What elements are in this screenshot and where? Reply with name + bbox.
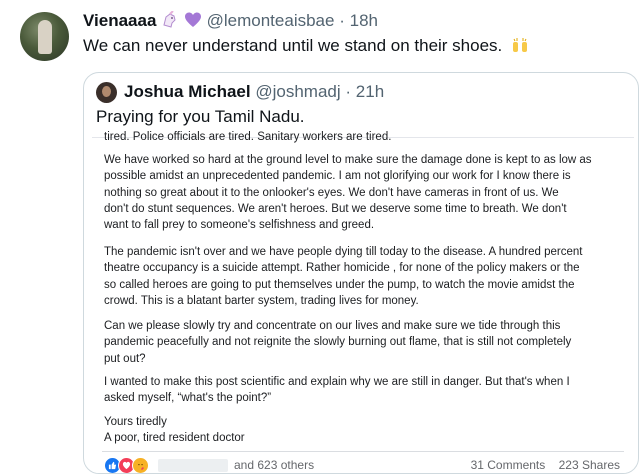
raising-hands-emoji: [511, 36, 529, 60]
tweet-text-content: We can never understand until we stand o…: [83, 36, 503, 55]
post-line: I wanted to make this post scientific an…: [104, 376, 570, 388]
post-line: pandemic peacefully and not reignite the…: [104, 336, 572, 349]
quoted-tweet-text: Praying for you Tamil Nadu.: [96, 107, 305, 126]
post-paragraph: The pandemic isn't over and we have peop…: [104, 244, 582, 309]
quoted-author-avatar: [96, 82, 117, 103]
separator-dot: ·: [339, 11, 345, 30]
post-line: nothing so great about it to the onlooke…: [104, 186, 559, 199]
quoted-tweet-time: 21h: [355, 82, 385, 101]
quoted-tweet-header: Joshua Michael @joshmadj · 21h: [124, 81, 384, 103]
post-line: The pandemic isn't over and we have peop…: [104, 246, 583, 258]
post-line: want to fall prey to someone's selfishne…: [104, 219, 375, 232]
reactions-count: and 623 others: [234, 458, 315, 472]
post-paragraph: We have worked so hard at the ground lev…: [104, 152, 592, 233]
redacted-name: [158, 458, 228, 472]
avatar-face: [102, 86, 111, 97]
tweet-header: Vienaaaa @lemonteaisbae · 18h: [83, 10, 378, 35]
separator-dot: ·: [345, 82, 352, 101]
facebook-post-screenshot: tired. Police officials are tired. Sanit…: [92, 131, 634, 473]
tweet-text: We can never understand until we stand o…: [83, 35, 529, 60]
post-line: don't do stunt sequences. We aren't hero…: [104, 202, 567, 215]
author-avatar[interactable]: [20, 12, 69, 61]
care-icon: [132, 456, 149, 473]
purple-heart-emoji: [184, 11, 202, 35]
post-line: Yours tiredly: [104, 416, 167, 428]
quoted-author-handle: @joshmadj: [255, 82, 341, 101]
post-paragraph: I wanted to make this post scientific an…: [104, 374, 570, 407]
post-line: so called heroes are going to put themse…: [104, 278, 575, 291]
post-line: crowd. This is a blatant barter system, …: [104, 294, 419, 307]
author-handle[interactable]: @lemonteaisbae: [207, 11, 335, 30]
post-line: possible amidst an unprecedented pandemi…: [104, 170, 571, 183]
post-line: asked myself, “what's the point?”: [104, 392, 272, 405]
quoted-tweet-card[interactable]: Joshua Michael @joshmadj · 21h Praying f…: [83, 72, 639, 474]
author-name[interactable]: Vienaaaa: [83, 11, 156, 30]
unicorn-emoji: [161, 10, 179, 35]
quoted-author-name: Joshua Michael: [124, 82, 251, 101]
post-signature: Yours tiredly A poor, tired resident doc…: [104, 414, 245, 447]
engagement-counts: 31 Comments 223 Shares: [471, 458, 620, 472]
post-divider: [102, 451, 624, 452]
post-line: A poor, tired resident doctor: [104, 432, 245, 445]
tweet-time[interactable]: 18h: [350, 11, 378, 30]
post-line: theatre occupancy is a suicide attempt. …: [104, 262, 580, 275]
post-line: put out?: [104, 352, 146, 365]
post-cut-off-line: tired. Police officials are tired. Sanit…: [104, 131, 392, 143]
reactions-summary: and 623 others: [104, 456, 315, 473]
post-line: We have worked so hard at the ground lev…: [104, 154, 592, 166]
post-paragraph: Can we please slowly try and concentrate…: [104, 318, 571, 367]
shares-count: 223 Shares: [558, 458, 620, 472]
comments-count: 31 Comments: [470, 458, 546, 472]
avatar-figure: [38, 20, 52, 54]
post-line: Can we please slowly try and concentrate…: [104, 320, 561, 332]
